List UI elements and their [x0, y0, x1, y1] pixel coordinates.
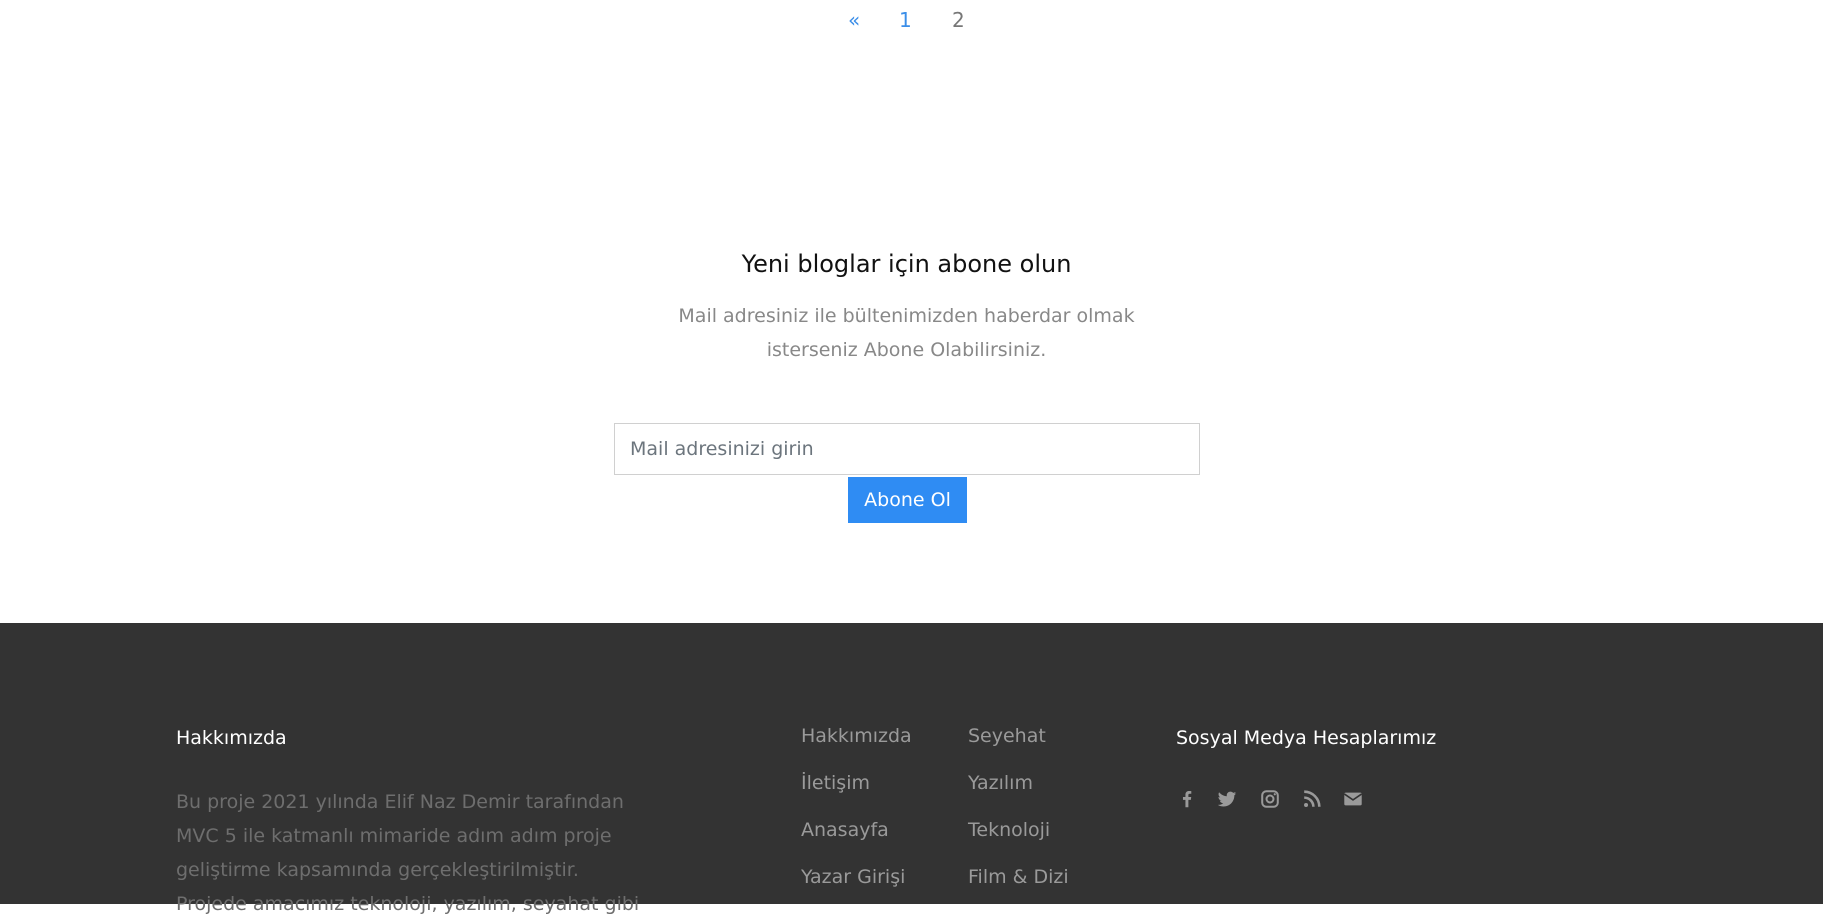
- footer-link-seyehat[interactable]: Seyehat: [968, 725, 1046, 747]
- newsletter-description-text: Mail adresiniz ile bültenimizden haberda…: [678, 305, 1135, 361]
- list-item: Yazar Girişi: [801, 866, 912, 913]
- rss-icon[interactable]: [1301, 788, 1323, 810]
- twitter-icon[interactable]: [1216, 788, 1238, 810]
- footer-about-text: Bu proje 2021 yılında Elif Naz Demir tar…: [176, 791, 640, 915]
- footer-link-hakkimizda[interactable]: Hakkımızda: [801, 725, 912, 747]
- footer: Hakkımızda Bu proje 2021 yılında Elif Na…: [0, 623, 1823, 915]
- list-item: Teknoloji: [968, 819, 1069, 866]
- list-item: Anasayfa: [801, 819, 912, 866]
- footer-social-heading: Sosyal Medya Hesaplarımız: [1176, 727, 1437, 749]
- email-input[interactable]: [614, 423, 1200, 475]
- footer-link-iletisim[interactable]: İletişim: [801, 772, 870, 794]
- facebook-icon[interactable]: [1176, 788, 1198, 810]
- footer-link-teknoloji[interactable]: Teknoloji: [968, 819, 1050, 841]
- instagram-icon[interactable]: [1259, 788, 1281, 810]
- list-item: Hakkımızda: [801, 725, 912, 772]
- footer-about-heading: Hakkımızda: [176, 727, 287, 749]
- subscribe-button[interactable]: Abone Ol: [848, 477, 967, 523]
- footer-link-yazar-girisi[interactable]: Yazar Girişi: [801, 866, 905, 888]
- list-item: Film & Dizi: [968, 866, 1069, 913]
- list-item: İletişim: [801, 772, 912, 819]
- footer-links-column-2: Seyehat Yazılım Teknoloji Film & Dizi: [968, 725, 1069, 913]
- newsletter-description: Mail adresiniz ile bültenimizden haberda…: [0, 299, 1813, 367]
- footer-link-yazilim[interactable]: Yazılım: [968, 772, 1033, 794]
- newsletter-section: Yeni bloglar için abone olun Mail adresi…: [0, 0, 1823, 623]
- list-item: Seyehat: [968, 725, 1069, 772]
- newsletter-title: Yeni bloglar için abone olun: [741, 250, 1072, 278]
- footer-link-film-dizi[interactable]: Film & Dizi: [968, 866, 1069, 888]
- list-item: Yazılım: [968, 772, 1069, 819]
- footer-links-column-1: Hakkımızda İletişim Anasayfa Yazar Giriş…: [801, 725, 912, 913]
- footer-link-anasayfa[interactable]: Anasayfa: [801, 819, 889, 841]
- envelope-icon[interactable]: [1342, 788, 1364, 810]
